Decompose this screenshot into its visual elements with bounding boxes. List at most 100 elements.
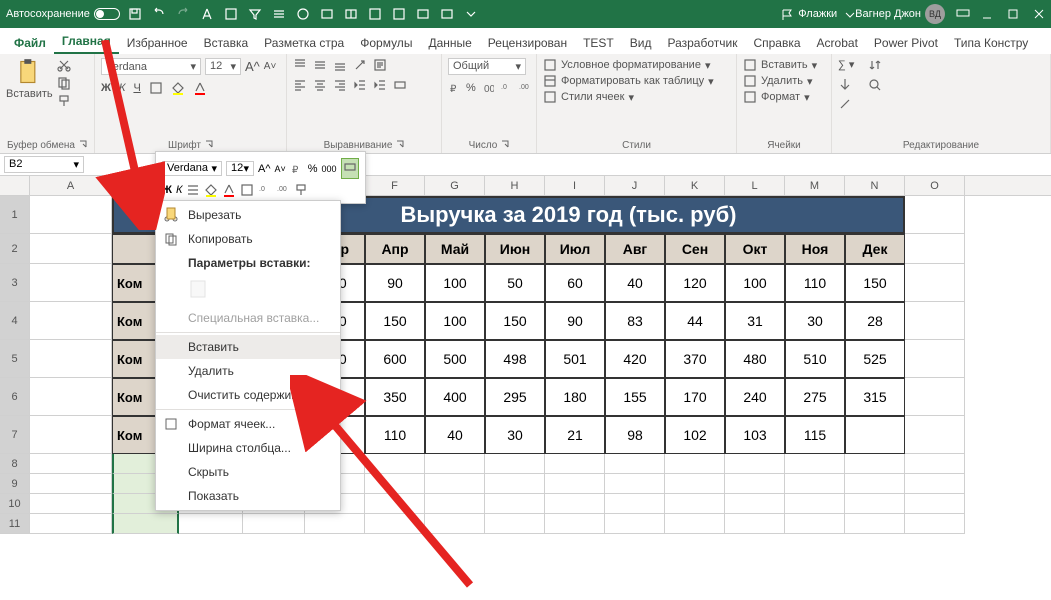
menu-hide[interactable]: Скрыть bbox=[156, 460, 340, 484]
cell[interactable] bbox=[545, 514, 605, 534]
cell[interactable] bbox=[365, 454, 425, 474]
row-header[interactable]: 8 bbox=[0, 454, 30, 474]
format-as-table-button[interactable]: Форматировать как таблицу▾ bbox=[543, 74, 730, 88]
cell[interactable] bbox=[905, 302, 965, 340]
mini-bold[interactable]: Ж bbox=[162, 184, 172, 196]
menu-format-cells[interactable]: Формат ячеек... bbox=[156, 412, 340, 436]
cell[interactable] bbox=[30, 454, 112, 474]
cell[interactable] bbox=[725, 474, 785, 494]
header-cell[interactable]: Ноя bbox=[785, 234, 845, 264]
cell[interactable] bbox=[905, 454, 965, 474]
data-cell[interactable]: 400 bbox=[425, 378, 485, 416]
mini-align-icon[interactable] bbox=[186, 183, 200, 197]
header-cell[interactable]: Май bbox=[425, 234, 485, 264]
data-cell[interactable]: 30 bbox=[785, 302, 845, 340]
cell[interactable] bbox=[665, 494, 725, 514]
data-cell[interactable]: 44 bbox=[665, 302, 725, 340]
qat-icon[interactable] bbox=[344, 7, 358, 21]
dialog-launcher-icon[interactable] bbox=[79, 140, 87, 148]
cut-icon[interactable] bbox=[57, 58, 71, 72]
data-cell[interactable]: 180 bbox=[545, 378, 605, 416]
cell[interactable] bbox=[725, 514, 785, 534]
cell[interactable] bbox=[485, 514, 545, 534]
font-color-icon[interactable] bbox=[200, 7, 214, 21]
align-center-icon[interactable] bbox=[313, 78, 327, 92]
data-cell[interactable]: 30 bbox=[485, 416, 545, 454]
cell[interactable] bbox=[845, 494, 905, 514]
header-cell[interactable]: Окт bbox=[725, 234, 785, 264]
italic-button[interactable]: К bbox=[119, 82, 125, 94]
col-header[interactable]: H bbox=[485, 176, 545, 195]
cell[interactable] bbox=[112, 514, 179, 534]
row-header[interactable]: 4 bbox=[0, 302, 30, 340]
cell[interactable] bbox=[30, 514, 112, 534]
data-cell[interactable]: 90 bbox=[365, 264, 425, 302]
col-header[interactable]: A bbox=[30, 176, 112, 195]
cell[interactable] bbox=[845, 474, 905, 494]
cell[interactable] bbox=[785, 454, 845, 474]
data-cell[interactable]: 510 bbox=[785, 340, 845, 378]
tab-acrobat[interactable]: Acrobat bbox=[809, 32, 866, 54]
data-cell[interactable]: 100 bbox=[425, 302, 485, 340]
data-cell[interactable]: 120 bbox=[665, 264, 725, 302]
dialog-launcher-icon[interactable] bbox=[501, 140, 509, 148]
mini-italic[interactable]: К bbox=[176, 184, 182, 196]
decrease-decimal-icon[interactable]: .00 bbox=[518, 81, 530, 95]
dialog-launcher-icon[interactable] bbox=[396, 140, 404, 148]
cell[interactable] bbox=[725, 494, 785, 514]
percent-icon[interactable]: % bbox=[466, 82, 476, 94]
cell[interactable] bbox=[665, 454, 725, 474]
row-header[interactable]: 11 bbox=[0, 514, 30, 534]
mini-font-name[interactable]: Verdana▾ bbox=[162, 161, 222, 176]
data-cell[interactable]: 110 bbox=[365, 416, 425, 454]
cell[interactable] bbox=[905, 340, 965, 378]
close-icon[interactable] bbox=[1033, 8, 1045, 20]
col-header[interactable]: G bbox=[425, 176, 485, 195]
qat-icon[interactable] bbox=[224, 7, 238, 21]
cell[interactable] bbox=[30, 416, 112, 454]
align-right-icon[interactable] bbox=[333, 78, 347, 92]
row-header[interactable]: 9 bbox=[0, 474, 30, 494]
cell[interactable] bbox=[545, 494, 605, 514]
qat-icon[interactable] bbox=[368, 7, 382, 21]
name-box[interactable]: B2▾ bbox=[4, 156, 84, 173]
cell[interactable] bbox=[425, 494, 485, 514]
decrease-font-icon[interactable]: A˅ bbox=[264, 61, 277, 72]
save-icon[interactable] bbox=[128, 7, 142, 21]
format-cells-button[interactable]: Формат▾ bbox=[743, 90, 825, 104]
copy-icon[interactable] bbox=[57, 76, 71, 90]
data-cell[interactable]: 28 bbox=[845, 302, 905, 340]
col-header[interactable]: L bbox=[725, 176, 785, 195]
data-cell[interactable]: 350 bbox=[365, 378, 425, 416]
data-cell[interactable]: 103 bbox=[725, 416, 785, 454]
data-cell[interactable]: 90 bbox=[545, 302, 605, 340]
mini-fill-color-icon[interactable] bbox=[204, 183, 218, 197]
data-cell[interactable]: 60 bbox=[545, 264, 605, 302]
cell[interactable] bbox=[605, 494, 665, 514]
clear-icon[interactable] bbox=[838, 97, 852, 111]
cell[interactable] bbox=[425, 474, 485, 494]
row-header[interactable]: 2 bbox=[0, 234, 30, 264]
maximize-icon[interactable] bbox=[1007, 8, 1019, 20]
row-header[interactable]: 3 bbox=[0, 264, 30, 302]
cell[interactable] bbox=[905, 378, 965, 416]
comma-icon[interactable]: 000 bbox=[482, 81, 494, 95]
data-cell[interactable]: 50 bbox=[485, 264, 545, 302]
mini-increase-font[interactable]: A^ bbox=[258, 163, 271, 175]
data-cell[interactable]: 240 bbox=[725, 378, 785, 416]
underline-button[interactable]: Ч bbox=[133, 82, 140, 94]
header-cell[interactable]: Апр bbox=[365, 234, 425, 264]
data-cell[interactable]: 275 bbox=[785, 378, 845, 416]
tab-typeconstr[interactable]: Типа Констру bbox=[946, 32, 1036, 54]
dialog-launcher-icon[interactable] bbox=[205, 140, 213, 148]
header-cell[interactable]: Июл bbox=[545, 234, 605, 264]
mini-format-painter-icon[interactable] bbox=[294, 183, 308, 197]
cell[interactable] bbox=[30, 494, 112, 514]
mini-decimal-dec-icon[interactable]: .00 bbox=[276, 183, 290, 197]
cell[interactable] bbox=[605, 474, 665, 494]
data-cell[interactable]: 600 bbox=[365, 340, 425, 378]
bold-button[interactable]: Ж bbox=[101, 82, 111, 94]
font-size-input[interactable]: 12▾ bbox=[205, 58, 241, 75]
data-cell[interactable]: 102 bbox=[665, 416, 725, 454]
data-cell[interactable]: 420 bbox=[605, 340, 665, 378]
